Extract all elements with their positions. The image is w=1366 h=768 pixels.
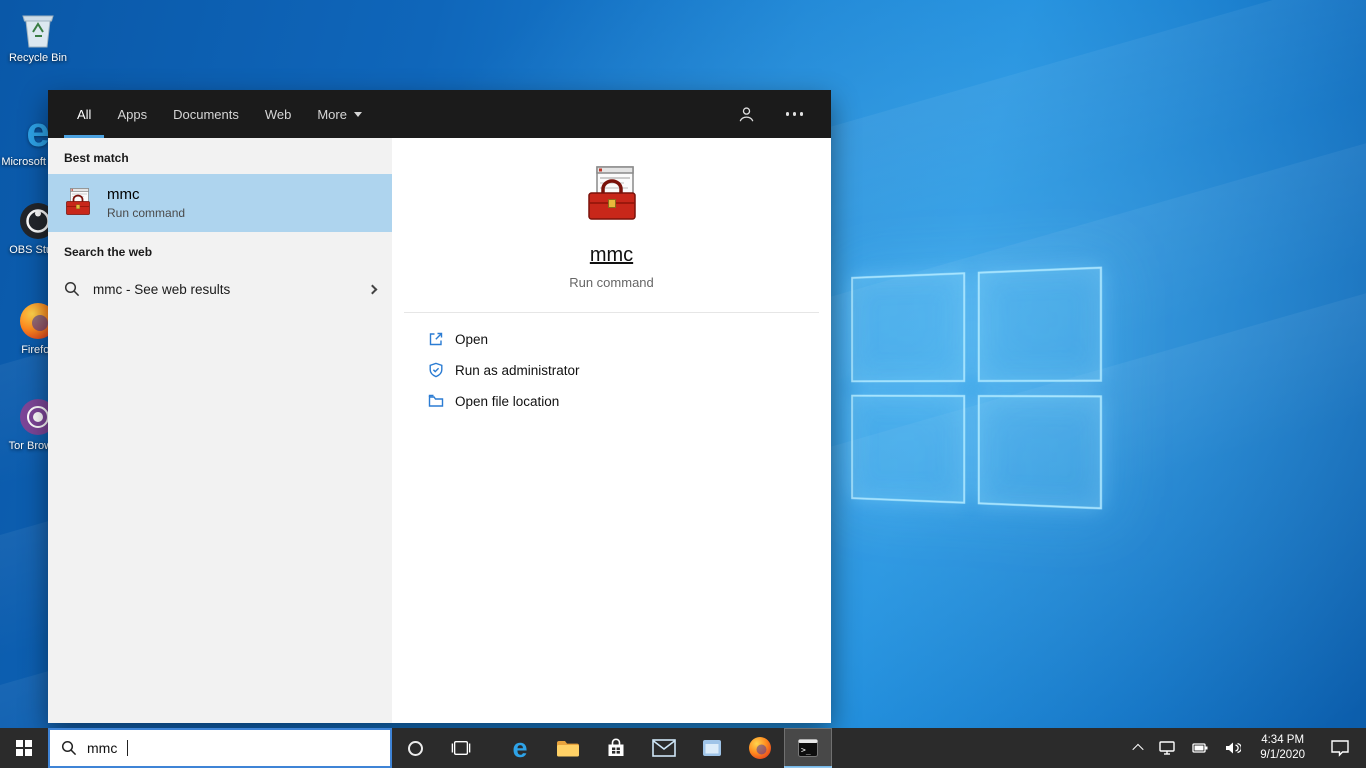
taskbar-button-mail[interactable]: [640, 728, 688, 768]
taskbar-search-box[interactable]: mmc: [48, 728, 392, 768]
chevron-up-icon: [1132, 743, 1144, 756]
best-match-result-mmc[interactable]: mmc Run command: [48, 174, 392, 232]
action-label: Open file location: [455, 393, 560, 409]
account-icon[interactable]: [737, 105, 756, 124]
search-icon: [61, 740, 77, 756]
clock-time: 4:34 PM: [1261, 734, 1305, 747]
windows-logo-pane: [977, 266, 1103, 382]
mmc-toolbox-icon-large: [580, 164, 644, 228]
desktop-icon-label: Recycle Bin: [8, 52, 68, 64]
tab-apps[interactable]: Apps: [104, 90, 160, 138]
tab-documents[interactable]: Documents: [160, 90, 252, 138]
preview-subtitle: Run command: [569, 275, 654, 290]
volume-icon[interactable]: [1223, 739, 1243, 757]
mail-icon: [652, 739, 676, 757]
system-tray: 4:34 PM 9/1/2020: [1126, 728, 1366, 768]
file-explorer-icon: [556, 738, 580, 758]
tab-label: More: [317, 106, 347, 122]
tab-web[interactable]: Web: [252, 90, 305, 138]
taskbar-button-edge[interactable]: e: [496, 728, 544, 768]
firefox-icon: [748, 736, 772, 760]
search-results-column: Best match mmc Run command Search the we…: [48, 138, 392, 723]
taskbar-button-store[interactable]: [592, 728, 640, 768]
admin-shield-icon: [428, 362, 444, 378]
tab-label: Documents: [173, 106, 239, 122]
section-title-best-match: Best match: [64, 151, 129, 165]
windows-start-icon: [15, 739, 33, 757]
windows-logo-pane: [851, 272, 965, 382]
cortana-icon: [407, 740, 423, 756]
search-tab-bar: All Apps Documents Web More: [48, 90, 831, 138]
action-label: Open: [455, 331, 489, 347]
open-icon: [428, 331, 444, 347]
clock-date: 9/1/2020: [1260, 749, 1305, 761]
action-open-file-location[interactable]: Open file location: [428, 393, 831, 409]
taskbar-button-terminal-open[interactable]: >_: [784, 728, 832, 768]
start-button[interactable]: [0, 728, 48, 768]
preview-pane: mmc Run command Open Run as administrato…: [392, 138, 831, 723]
web-suffix: - See web results: [122, 281, 231, 297]
action-label: Run as administrator: [455, 362, 580, 378]
store-icon: [605, 737, 627, 759]
tab-label: Web: [264, 106, 292, 122]
tab-label: Apps: [117, 106, 148, 122]
task-view-button[interactable]: [438, 728, 484, 768]
cortana-button[interactable]: [392, 728, 438, 768]
desktop-icon-recycle-bin[interactable]: Recycle Bin: [0, 8, 76, 64]
edge-icon: e: [512, 732, 528, 763]
tab-label: All: [77, 106, 92, 122]
taskbar-button-file-explorer[interactable]: [544, 728, 592, 768]
taskbar: mmc e >_ 4:34 PM 9/1/2020: [0, 728, 1366, 768]
preview-title: mmc: [589, 244, 634, 266]
battery-icon[interactable]: [1190, 741, 1210, 755]
web-search-result[interactable]: mmc - See web results: [48, 268, 392, 310]
tab-all[interactable]: All: [64, 90, 105, 138]
recycle-bin-icon: [20, 8, 56, 48]
tab-more[interactable]: More: [304, 90, 375, 138]
action-center-button[interactable]: [1322, 739, 1358, 757]
network-icon[interactable]: [1157, 739, 1177, 757]
terminal-icon: >_: [797, 737, 819, 759]
hidden-icons-button[interactable]: [1132, 742, 1144, 756]
action-run-as-administrator[interactable]: Run as administrator: [428, 362, 831, 378]
taskbar-button-pinned-app[interactable]: [688, 728, 736, 768]
taskbar-button-firefox[interactable]: [736, 728, 784, 768]
chevron-down-icon: [353, 111, 362, 117]
windows-logo-pane: [977, 394, 1103, 510]
mmc-toolbox-icon: [62, 187, 94, 219]
svg-text:>_: >_: [801, 746, 811, 755]
folder-location-icon: [428, 393, 444, 409]
search-input-value: mmc: [87, 740, 118, 756]
text-caret: [127, 740, 129, 756]
taskbar-clock[interactable]: 4:34 PM 9/1/2020: [1256, 733, 1309, 763]
web-query: mmc: [93, 281, 123, 297]
search-flyout: All Apps Documents Web More Best match m…: [48, 90, 831, 723]
app-window-icon: [701, 737, 723, 759]
result-subtitle: Run command: [107, 206, 186, 220]
chevron-right-icon[interactable]: [367, 284, 378, 294]
preview-actions: Open Run as administrator Open file loca…: [392, 313, 831, 409]
section-title-search-web: Search the web: [64, 245, 153, 259]
task-view-icon: [451, 739, 471, 757]
edge-icon: e: [26, 108, 50, 155]
windows-logo-pane: [851, 394, 965, 504]
action-open[interactable]: Open: [428, 331, 831, 347]
result-title: mmc: [107, 186, 140, 203]
search-icon: [64, 281, 80, 297]
more-options-icon[interactable]: [784, 106, 806, 122]
windows-logo-wallpaper: [851, 266, 1103, 510]
